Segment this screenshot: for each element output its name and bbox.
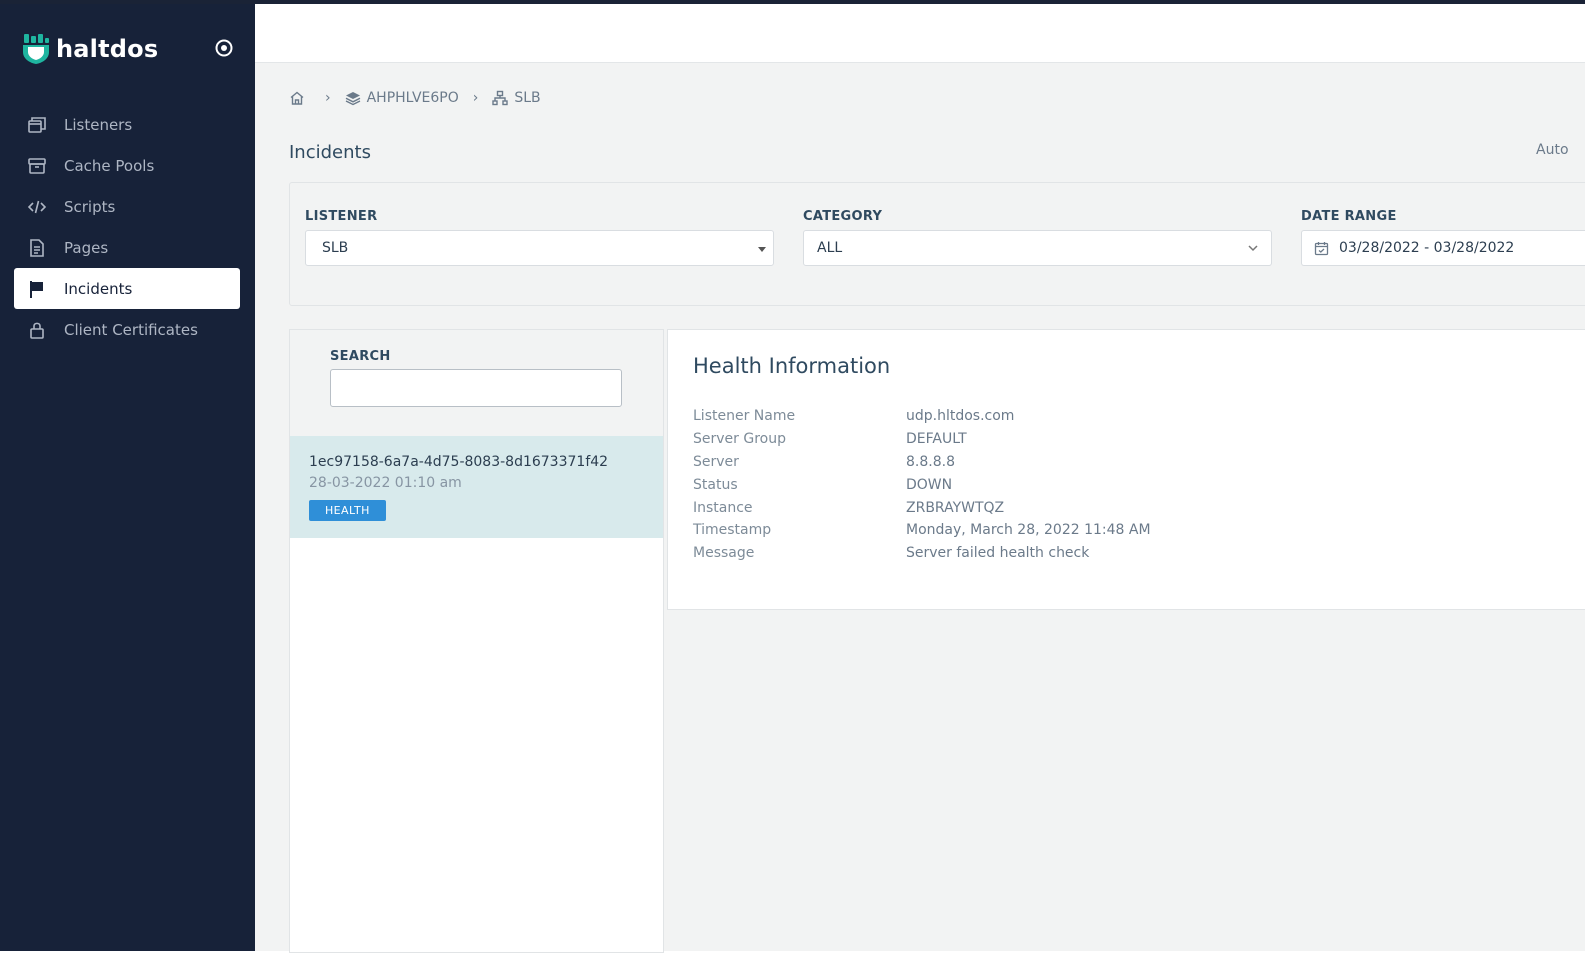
detail-row-listener-name: Listener Name udp.hltdos.com	[693, 405, 1151, 428]
document-icon	[26, 237, 48, 259]
window-stack-icon	[26, 114, 48, 136]
detail-key: Message	[693, 545, 755, 562]
detail-value: udp.hltdos.com	[906, 408, 1015, 425]
detail-value: DEFAULT	[906, 431, 967, 448]
breadcrumb-label: AHPHLVE6PO	[366, 90, 459, 106]
detail-row-status: Status DOWN	[693, 473, 1151, 496]
detail-value: ZRBRAYWTQZ	[906, 499, 1005, 516]
top-bar	[255, 4, 1585, 63]
search-label: SEARCH	[330, 349, 391, 364]
brand-name: haltdos	[56, 35, 159, 63]
detail-value: DOWN	[906, 476, 953, 493]
detail-key: Instance	[693, 499, 753, 516]
caret-down-icon	[758, 247, 766, 252]
sidebar-item-client-certificates[interactable]: Client Certificates	[14, 309, 240, 350]
home-icon	[290, 91, 304, 105]
breadcrumb-home[interactable]	[289, 90, 311, 106]
search-input[interactable]	[330, 369, 622, 407]
target-circle-icon	[215, 39, 233, 57]
sidebar-item-label: Client Certificates	[64, 320, 198, 339]
category-select[interactable]: ALL	[803, 230, 1272, 266]
breadcrumb-item-instance[interactable]: AHPHLVE6PO	[345, 90, 459, 106]
detail-row-message: Message Server failed health check	[693, 542, 1151, 565]
detail-value: Server failed health check	[906, 545, 1090, 562]
sidebar-item-label: Pages	[64, 238, 109, 257]
sidebar-item-incidents[interactable]: Incidents	[14, 268, 240, 309]
brand-logo[interactable]: haltdos	[22, 34, 158, 64]
date-range-label: DATE RANGE	[1301, 209, 1397, 224]
breadcrumb-separator: ›	[472, 90, 479, 106]
page-title: Incidents	[289, 142, 371, 163]
category-value: ALL	[817, 240, 843, 256]
listener-select[interactable]: SLB	[305, 230, 774, 266]
breadcrumb: › AHPHLVE6PO › SLB	[289, 90, 541, 106]
flag-icon	[26, 278, 48, 300]
sidebar-item-label: Listeners	[64, 115, 133, 134]
detail-value: Monday, March 28, 2022 11:48 AM	[906, 522, 1151, 539]
detail-key: Timestamp	[693, 522, 772, 539]
sidebar-item-label: Incidents	[64, 279, 133, 298]
date-range-picker[interactable]: 03/28/2022 - 03/28/2022	[1301, 230, 1585, 266]
incident-id: 1ec97158-6a7a-4d75-8083-8d1673371f42	[309, 454, 609, 470]
incident-list-panel: SEARCH 1ec97158-6a7a-4d75-8083-8d1673371…	[289, 329, 664, 953]
detail-row-timestamp: Timestamp Monday, March 28, 2022 11:48 A…	[693, 519, 1151, 542]
detail-row-server-group: Server Group DEFAULT	[693, 428, 1151, 451]
sidebar-item-listeners[interactable]: Listeners	[14, 104, 240, 145]
search-area: SEARCH	[290, 330, 663, 436]
detail-key: Server Group	[693, 431, 786, 448]
breadcrumb-item-listener[interactable]: SLB	[492, 90, 541, 106]
filter-panel: LISTENER SLB CATEGORY ALL DATE RANGE 03/…	[289, 182, 1585, 306]
detail-title: Health Information	[693, 354, 891, 378]
health-information-panel: Health Information Listener Name udp.hlt…	[667, 329, 1585, 610]
lock-icon	[26, 319, 48, 341]
detail-row-server: Server 8.8.8.8	[693, 451, 1151, 474]
listener-value: SLB	[322, 240, 349, 256]
detail-key: Status	[693, 476, 738, 493]
detail-table: Listener Name udp.hltdos.com Server Grou…	[693, 405, 1151, 565]
date-range-value: 03/28/2022 - 03/28/2022	[1339, 240, 1515, 256]
sidebar-item-label: Scripts	[64, 197, 116, 216]
breadcrumb-label: SLB	[514, 90, 541, 106]
sidebar-nav: Listeners Cache Pools Scripts Pages Inci…	[14, 104, 240, 350]
listener-label: LISTENER	[305, 209, 378, 224]
calendar-icon	[1314, 241, 1329, 255]
category-label: CATEGORY	[803, 209, 883, 224]
sitemap-icon	[492, 90, 509, 106]
category-badge: HEALTH	[309, 500, 386, 521]
main-content: › AHPHLVE6PO › SLB Incidents Auto LISTEN…	[255, 4, 1585, 953]
sidebar: haltdos Listeners Cache Pools Scripts Pa…	[0, 4, 255, 951]
detail-key: Server	[693, 453, 739, 470]
sidebar-item-cache-pools[interactable]: Cache Pools	[14, 145, 240, 186]
sidebar-item-pages[interactable]: Pages	[14, 227, 240, 268]
detail-key: Listener Name	[693, 408, 796, 425]
archive-box-icon	[26, 155, 48, 177]
sidebar-toggle-button[interactable]	[213, 37, 235, 59]
breadcrumb-separator: ›	[325, 90, 331, 106]
layers-icon	[345, 92, 360, 106]
chevron-down-icon	[1248, 245, 1258, 252]
sidebar-item-scripts[interactable]: Scripts	[14, 186, 240, 227]
detail-value: 8.8.8.8	[906, 453, 955, 470]
incident-time: 28-03-2022 01:10 am	[309, 475, 462, 491]
detail-row-instance: Instance ZRBRAYWTQZ	[693, 496, 1151, 519]
list-item[interactable]: 1ec97158-6a7a-4d75-8083-8d1673371f42 28-…	[290, 436, 663, 538]
code-icon	[26, 196, 48, 218]
sidebar-item-label: Cache Pools	[64, 156, 155, 175]
auto-refresh-label[interactable]: Auto	[1536, 142, 1569, 158]
haltdos-logo-icon	[23, 34, 49, 64]
